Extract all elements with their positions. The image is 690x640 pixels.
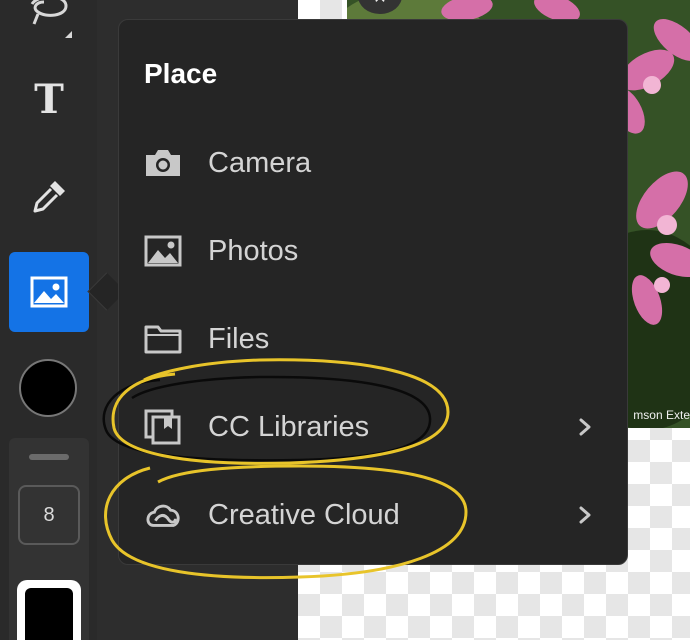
text-icon: T bbox=[34, 75, 64, 123]
menu-item-label: CC Libraries bbox=[208, 410, 370, 443]
menu-item-label: Creative Cloud bbox=[208, 498, 400, 531]
menu-item-files[interactable]: Files bbox=[119, 295, 627, 383]
lasso-tool[interactable] bbox=[24, 0, 74, 38]
swatch-fill bbox=[25, 588, 73, 640]
creative-cloud-icon bbox=[144, 496, 182, 534]
camera-icon bbox=[144, 144, 182, 182]
place-popover: Place Camera Photos Files CC Libraries C… bbox=[118, 19, 628, 565]
menu-item-label: Files bbox=[208, 322, 270, 355]
eyedropper-icon bbox=[33, 181, 65, 213]
menu-item-camera[interactable]: Camera bbox=[119, 119, 627, 207]
toolbar: T 8 bbox=[0, 0, 97, 640]
brush-size-field[interactable]: 8 bbox=[18, 485, 80, 545]
close-icon: ✕ bbox=[373, 0, 386, 8]
menu-item-label: Camera bbox=[208, 146, 312, 179]
image-icon bbox=[30, 276, 68, 308]
menu-item-cc-libraries[interactable]: CC Libraries bbox=[119, 383, 627, 471]
folder-icon bbox=[144, 320, 182, 358]
cc-libraries-icon bbox=[144, 408, 182, 446]
place-image-tool[interactable] bbox=[9, 252, 89, 332]
menu-item-creative-cloud[interactable]: Creative Cloud bbox=[119, 471, 627, 559]
menu-item-photos[interactable]: Photos bbox=[119, 207, 627, 295]
menu-item-label: Photos bbox=[208, 234, 299, 267]
brush-panel: 8 bbox=[9, 438, 89, 640]
brush-size-value: 8 bbox=[43, 503, 55, 526]
foreground-color-swatch[interactable] bbox=[17, 580, 81, 640]
photo-caption: mson Exte bbox=[633, 408, 690, 422]
chevron-right-icon bbox=[579, 418, 591, 436]
text-tool[interactable]: T bbox=[24, 74, 74, 124]
panel-grip[interactable] bbox=[29, 454, 69, 460]
popover-title: Place bbox=[144, 58, 218, 89]
eyedropper-tool[interactable] bbox=[24, 172, 74, 222]
photos-icon bbox=[144, 232, 182, 270]
lasso-icon bbox=[30, 0, 68, 25]
color-swatch[interactable] bbox=[19, 359, 77, 417]
chevron-right-icon bbox=[579, 506, 591, 524]
